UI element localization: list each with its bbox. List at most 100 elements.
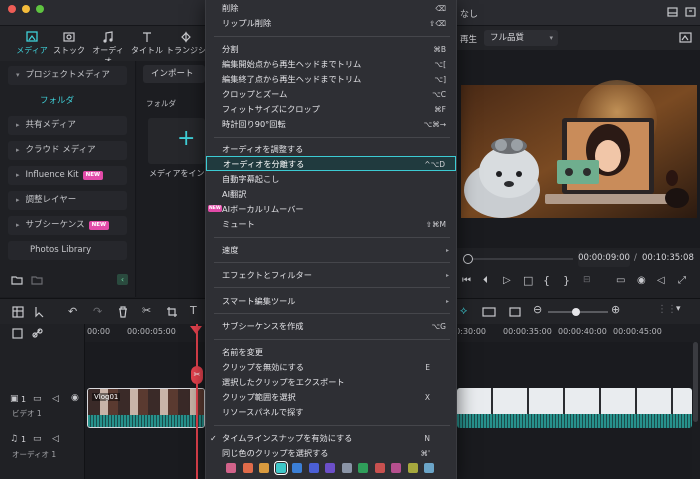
sidebar-item-cloud-media[interactable]: ▸ クラウド メディア xyxy=(8,141,127,160)
menu-item-create-subsequence[interactable]: サブシーケンスを作成 ⌥G xyxy=(206,319,456,334)
menu-item-find-in-resources[interactable]: リソースパネルで探す xyxy=(206,405,456,420)
tab-media[interactable]: メディア xyxy=(13,30,51,58)
menu-item-split[interactable]: 分割 ⌘B xyxy=(206,42,456,57)
menu-item-rotate-90[interactable]: 時計回り90°回転 ⌥⌘→ xyxy=(206,117,456,132)
menu-item-crop-to-fit[interactable]: フィットサイズにクロップ ⌘F xyxy=(206,102,456,117)
mark-out-icon[interactable]: } xyxy=(563,274,570,287)
current-time[interactable]: 00:00:09:00 xyxy=(578,250,630,267)
volume-icon[interactable]: ◁ xyxy=(657,275,665,286)
mark-in-icon[interactable]: { xyxy=(543,274,550,287)
zoom-in-icon[interactable]: ⊕ xyxy=(611,303,620,316)
fullscreen-icon[interactable] xyxy=(685,7,696,18)
trash-icon[interactable] xyxy=(117,306,129,318)
render-icon[interactable] xyxy=(482,307,496,317)
tab-titles[interactable]: タイトル xyxy=(128,30,166,58)
tab-stock[interactable]: ストック xyxy=(50,30,88,58)
playhead[interactable] xyxy=(196,324,198,479)
crop-icon[interactable] xyxy=(166,306,178,318)
color-swatch[interactable] xyxy=(358,463,368,473)
redo-icon[interactable]: ↷ xyxy=(93,305,102,318)
timeline-scrollbar[interactable] xyxy=(693,342,698,422)
menu-item-rename[interactable]: 名前を変更 xyxy=(206,345,456,360)
playhead-handle[interactable] xyxy=(190,326,202,334)
sidebar-item-project-media[interactable]: ▾ プロジェクトメディア xyxy=(8,66,127,85)
marker-icon[interactable] xyxy=(509,307,521,317)
close-window-button[interactable] xyxy=(8,5,16,13)
scissors-icon[interactable]: ✂ xyxy=(142,304,151,317)
import-media-tile[interactable]: + xyxy=(148,118,205,164)
grid-handle-icon[interactable]: ⋮⋮ xyxy=(657,304,677,315)
select-tool-icon[interactable] xyxy=(34,306,46,318)
stop-icon[interactable]: □ xyxy=(523,274,533,287)
zoom-out-icon[interactable]: ⊖ xyxy=(533,303,542,316)
folder-icon[interactable]: ▭ xyxy=(33,394,42,404)
sidebar-item-photos-library[interactable]: Photos Library xyxy=(8,241,127,260)
menu-item-auto-caption[interactable]: 自動字幕起こし xyxy=(206,172,456,187)
menu-item-effects-filters[interactable]: エフェクトとフィルター ▸ xyxy=(206,268,456,283)
text-tool-icon[interactable]: T xyxy=(190,304,197,317)
folder-icon[interactable] xyxy=(31,274,43,285)
zoom-window-button[interactable] xyxy=(36,5,44,13)
eye-icon[interactable]: ◉ xyxy=(71,393,79,403)
sidebar-item-shared-media[interactable]: ▸ 共有メディア xyxy=(8,116,127,135)
add-track-icon[interactable] xyxy=(12,328,23,339)
menu-item-trim-end[interactable]: 編集終了点から再生ヘッドまでトリム ⌥] xyxy=(206,72,456,87)
sidebar-item-adjustment-layer[interactable]: ▸ 調整レイヤー xyxy=(8,191,127,210)
play-reverse-icon[interactable]: ⏴ xyxy=(483,275,488,286)
color-swatch[interactable] xyxy=(325,463,335,473)
menu-item-select-same-color[interactable]: 同じ色のクリップを選択する ⌘' xyxy=(206,446,456,461)
video-clip[interactable]: Vlog01 xyxy=(87,388,205,428)
color-swatch[interactable] xyxy=(226,463,236,473)
menu-item-disable-clip[interactable]: クリップを無効にする E xyxy=(206,360,456,375)
quality-select[interactable]: フル品質 ▾ xyxy=(484,30,558,46)
menu-item-speed[interactable]: 速度 ▸ xyxy=(206,243,456,258)
zoom-slider-handle[interactable] xyxy=(572,308,580,316)
menu-item-crop-zoom[interactable]: クロップとズーム ⌥C xyxy=(206,87,456,102)
step-back-icon[interactable]: ⏮ xyxy=(462,275,471,286)
color-swatch[interactable] xyxy=(407,463,418,473)
scrubber-handle[interactable] xyxy=(463,254,473,264)
preview-viewer[interactable] xyxy=(457,50,700,248)
sidebar-item-influence-kit[interactable]: ▸ Influence Kit NEW xyxy=(8,166,127,185)
import-dropdown[interactable]: インポート xyxy=(143,65,205,83)
scrubber-track[interactable] xyxy=(473,258,573,260)
more-options-icon[interactable]: ▾ xyxy=(676,304,681,314)
collapse-panel-button[interactable]: ‹ xyxy=(117,274,128,285)
menu-item-trim-start[interactable]: 編集開始点から再生ヘッドまでトリム ⌥[ xyxy=(206,57,456,72)
layout-grid-icon[interactable] xyxy=(12,306,24,318)
color-swatch[interactable] xyxy=(391,463,401,473)
menu-item-ripple-delete[interactable]: リップル削除 ⇧⌫ xyxy=(206,16,456,31)
color-swatch[interactable] xyxy=(273,461,288,475)
menu-item-export-selected[interactable]: 選択したクリップをエクスポート xyxy=(206,375,456,390)
fullscreen-preview-icon[interactable]: ⤢ xyxy=(678,275,686,286)
color-swatch[interactable] xyxy=(424,463,434,473)
sidebar-item-folder[interactable]: フォルダ xyxy=(40,94,74,106)
play-icon[interactable]: ▷ xyxy=(503,275,511,286)
color-swatch[interactable] xyxy=(308,463,319,473)
snap-icon[interactable]: ⟡ xyxy=(460,304,467,318)
color-swatch[interactable] xyxy=(341,463,352,473)
layout-icon[interactable] xyxy=(667,7,678,18)
insert-icon[interactable]: ⊟ xyxy=(583,275,591,285)
new-folder-icon[interactable] xyxy=(11,274,23,285)
color-swatch[interactable] xyxy=(374,463,385,473)
speaker-icon[interactable]: ◁ xyxy=(52,394,59,404)
tab-transitions[interactable]: トランジシ xyxy=(166,30,206,58)
video-clip[interactable] xyxy=(457,388,692,428)
menu-item-select-clip-range[interactable]: クリップ範囲を選択 X xyxy=(206,390,456,405)
link-icon[interactable] xyxy=(32,328,43,339)
menu-item-timeline-snap[interactable]: ✓ タイムラインスナップを有効にする N xyxy=(206,431,456,446)
speaker-icon[interactable]: ◁ xyxy=(52,434,59,444)
sidebar-item-subsequence[interactable]: ▸ サブシーケンス NEW xyxy=(8,216,127,235)
color-swatch[interactable] xyxy=(259,463,269,473)
camera-icon[interactable]: ◉ xyxy=(637,275,646,286)
color-swatch[interactable] xyxy=(292,463,302,473)
menu-item-adjust-audio[interactable]: オーディオを調整する xyxy=(206,142,456,157)
menu-item-delete[interactable]: 削除 ⌫ xyxy=(206,1,456,16)
menu-item-detach-audio[interactable]: オーディオを分離する ^⌥D xyxy=(206,156,456,171)
color-swatch[interactable] xyxy=(242,463,253,473)
minimize-window-button[interactable] xyxy=(22,5,30,13)
menu-item-smart-edit-tools[interactable]: スマート編集ツール ▸ xyxy=(206,294,456,309)
tab-audio[interactable]: オーディオ xyxy=(89,30,127,66)
undo-icon[interactable]: ↶ xyxy=(68,305,77,318)
